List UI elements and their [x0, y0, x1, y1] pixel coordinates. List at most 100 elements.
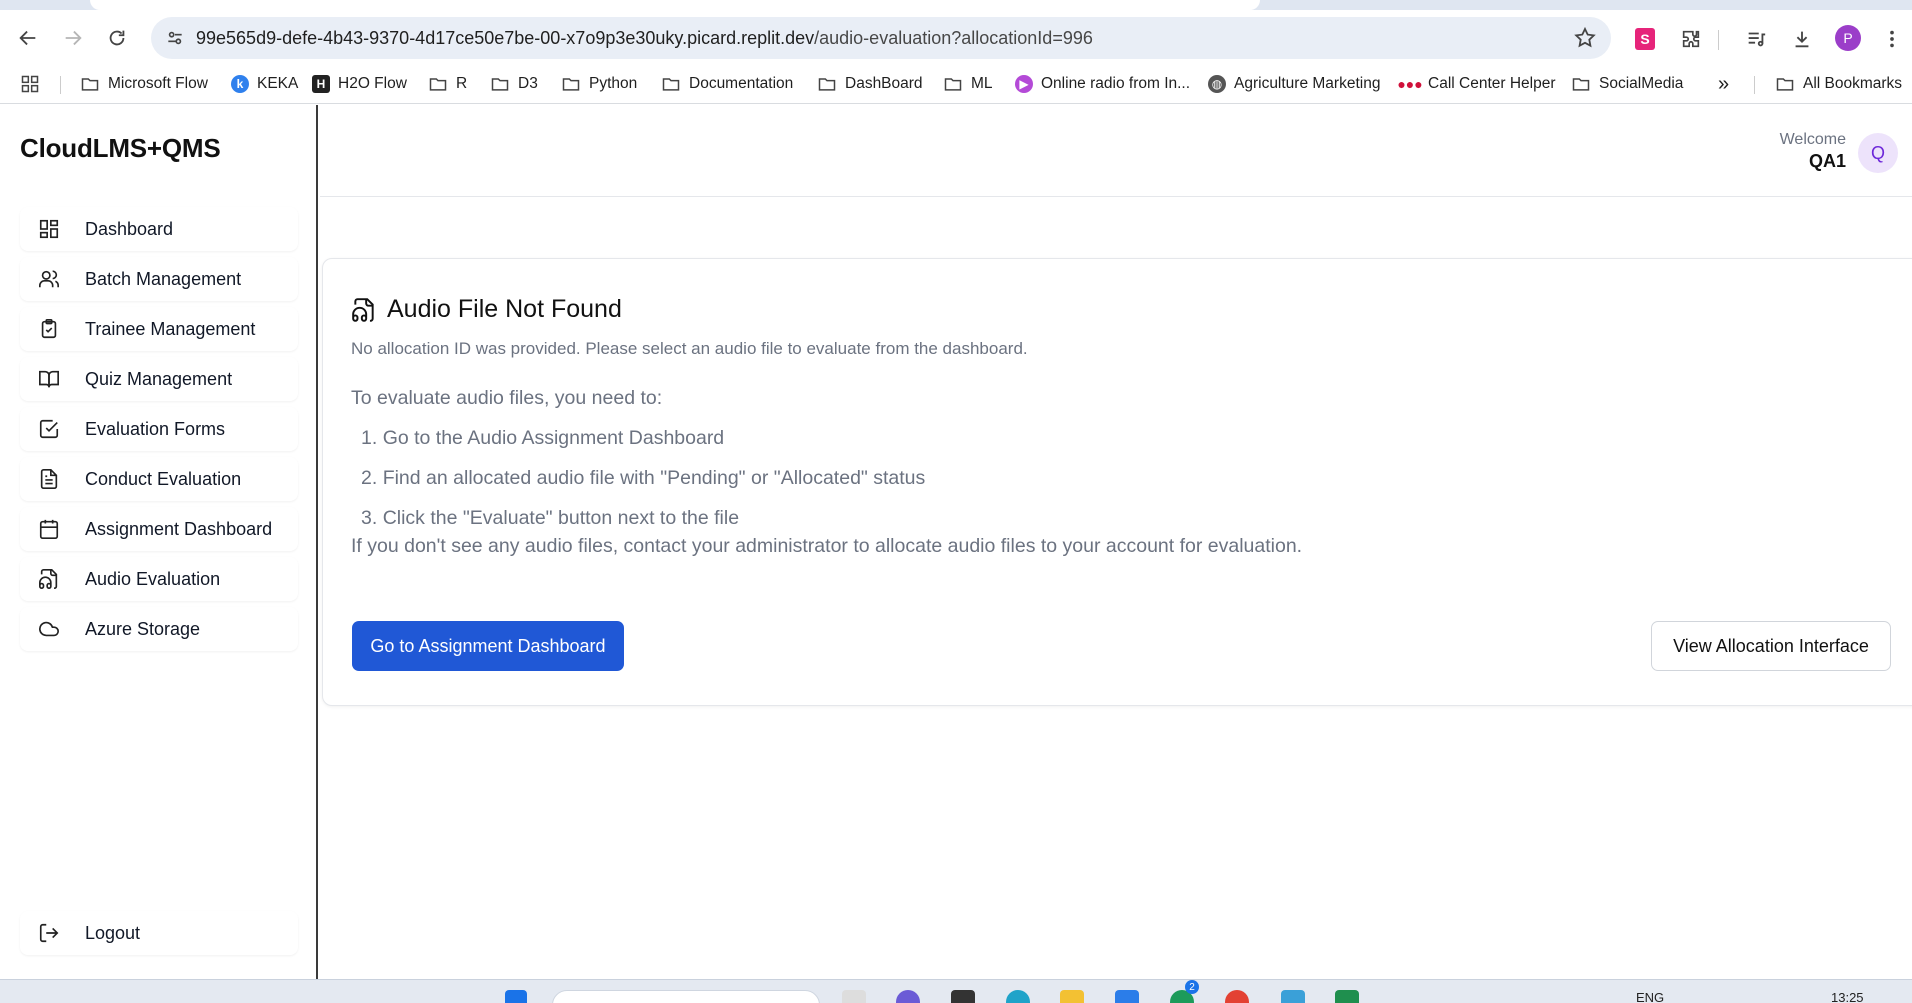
avatar[interactable]: Q — [1858, 133, 1898, 173]
edge-icon[interactable] — [1006, 990, 1030, 1003]
os-taskbar: 2 ENG 13:25 — [0, 979, 1912, 1003]
file-audio-icon — [39, 569, 58, 589]
app-icon[interactable] — [1115, 990, 1139, 1003]
folder-icon — [944, 78, 962, 91]
bookmark-item[interactable]: k KEKA — [231, 72, 298, 96]
sidebar-item-quiz-management[interactable]: Quiz Management — [20, 357, 298, 401]
bookmark-item[interactable]: DashBoard — [817, 72, 923, 96]
app-icon[interactable] — [1281, 990, 1305, 1003]
app-icon[interactable] — [896, 990, 920, 1003]
instructions-intro: To evaluate audio files, you need to: — [351, 387, 663, 409]
extensions-puzzle-icon[interactable] — [1677, 25, 1705, 53]
instruction-step: 1. Go to the Audio Assignment Dashboard — [361, 427, 725, 449]
bookmark-item[interactable]: ●●● Call Center Helper — [1397, 72, 1555, 96]
apps-grid-icon[interactable] — [20, 72, 48, 96]
bookmark-item[interactable]: ◍ Agriculture Marketing — [1208, 72, 1380, 96]
main-content: Welcome QA1 Q Audio File Not Found No al… — [320, 105, 1912, 979]
folder-icon — [429, 78, 447, 91]
windows-start-icon[interactable] — [505, 990, 527, 1003]
bookmark-item[interactable]: ▶ Online radio from In... — [1015, 72, 1190, 96]
profile-avatar[interactable]: P — [1835, 25, 1861, 51]
sidebar-item-label: Assignment Dashboard — [85, 519, 273, 539]
forward-icon[interactable] — [55, 20, 91, 56]
sidebar-item-label: Batch Management — [85, 269, 242, 289]
instruction-steps: 1. Go to the Audio Assignment Dashboard … — [351, 427, 925, 547]
bookmarks-overflow-icon[interactable]: » — [1718, 72, 1729, 96]
globe-icon: ◍ — [1208, 75, 1226, 93]
bookmark-item[interactable]: Python — [561, 72, 637, 96]
sidebar-item-label: Audio Evaluation — [85, 569, 221, 589]
bookmark-star-icon[interactable] — [1573, 26, 1597, 50]
sidebar-item-azure-storage[interactable]: Azure Storage — [20, 607, 298, 651]
file-text-icon — [40, 469, 58, 489]
sidebar-item-evaluation-forms[interactable]: Evaluation Forms — [20, 407, 298, 451]
welcome-block: Welcome QA1 — [1780, 131, 1846, 172]
sidebar-item-trainee-management[interactable]: Trainee Management — [20, 307, 298, 351]
sidebar-item-label: Trainee Management — [85, 319, 256, 339]
clock-time[interactable]: 13:25 — [1831, 990, 1864, 1003]
calendar-icon — [39, 519, 59, 539]
view-allocation-interface-button[interactable]: View Allocation Interface — [1651, 621, 1891, 671]
logout-button[interactable]: Logout — [20, 911, 298, 955]
sidebar-item-label: Quiz Management — [85, 369, 233, 389]
sidebar-item-assignment-dashboard[interactable]: Assignment Dashboard — [20, 507, 298, 551]
users-icon — [39, 270, 59, 288]
admin-note: If you don't see any audio files, contac… — [351, 535, 1303, 557]
sidebar-item-batch-management[interactable]: Batch Management — [20, 257, 298, 301]
media-control-icon[interactable] — [1742, 25, 1770, 53]
folder-icon — [818, 78, 836, 91]
folder-icon — [81, 78, 99, 91]
bookmark-item[interactable]: Microsoft Flow — [80, 72, 208, 96]
back-icon[interactable] — [10, 20, 46, 56]
url-text: 99e565d9-defe-4b43-9370-4d17ce50e7be-00-… — [196, 28, 1093, 48]
bookmark-item[interactable]: SocialMedia — [1571, 72, 1683, 96]
bookmark-item[interactable]: Documentation — [661, 72, 793, 96]
book-open-icon — [39, 370, 59, 388]
sidebar-item-label: Azure Storage — [85, 619, 201, 639]
folder-icon — [662, 78, 680, 91]
sidebar-item-label: Dashboard — [85, 219, 174, 239]
folder-icon — [1572, 78, 1590, 91]
taskview-icon[interactable] — [842, 990, 866, 1003]
all-bookmarks[interactable]: All Bookmarks — [1775, 72, 1902, 96]
top-header: Welcome QA1 Q — [320, 105, 1912, 197]
go-to-assignment-dashboard-button[interactable]: Go to Assignment Dashboard — [352, 621, 624, 671]
notification-badge: 2 — [1185, 980, 1199, 994]
sidebar-item-conduct-evaluation[interactable]: Conduct Evaluation — [20, 457, 298, 501]
cloud-icon — [39, 621, 59, 637]
bookmarks-bar: Microsoft Flow k KEKA H H2O Flow R D3 Pyth… — [0, 64, 1912, 104]
username: QA1 — [1808, 151, 1846, 171]
download-icon[interactable] — [1788, 25, 1816, 53]
menu-kebab-icon[interactable] — [1878, 25, 1906, 53]
taskbar-search[interactable] — [552, 990, 820, 1003]
excel-icon[interactable] — [1335, 990, 1359, 1003]
callcenter-icon: ●●● — [1397, 76, 1423, 92]
h2o-icon: H — [312, 75, 330, 93]
address-bar[interactable]: 99e565d9-defe-4b43-9370-4d17ce50e7be-00-… — [151, 17, 1611, 59]
dashboard-icon — [39, 219, 59, 239]
card-subtitle: No allocation ID was provided. Please se… — [351, 339, 1028, 358]
brand-logo: CloudLMS+QMS — [20, 133, 221, 163]
logout-label: Logout — [85, 923, 141, 943]
file-audio-icon — [352, 297, 374, 322]
app-icon[interactable] — [951, 990, 975, 1003]
radio-icon: ▶ — [1015, 75, 1033, 93]
browser-tab-strip — [0, 0, 1912, 10]
reload-icon[interactable] — [99, 20, 135, 56]
sidebar-item-audio-evaluation[interactable]: Audio Evaluation — [20, 557, 298, 601]
bookmark-item[interactable]: D3 — [490, 72, 538, 96]
sidebar: CloudLMS+QMS Dashboard Batch Management … — [0, 105, 318, 979]
bookmark-item[interactable]: ML — [943, 72, 993, 96]
language-indicator[interactable]: ENG — [1636, 990, 1664, 1003]
bookmark-item[interactable]: R — [428, 72, 467, 96]
check-square-icon — [39, 419, 59, 439]
browser-toolbar: 99e565d9-defe-4b43-9370-4d17ce50e7be-00-… — [0, 10, 1912, 64]
bookmark-item[interactable]: H H2O Flow — [312, 72, 407, 96]
extension-pink-icon[interactable]: S — [1631, 25, 1659, 53]
sidebar-item-dashboard[interactable]: Dashboard — [20, 207, 298, 251]
file-explorer-icon[interactable] — [1060, 990, 1084, 1003]
chrome-icon[interactable] — [1225, 990, 1249, 1003]
audio-not-found-card: Audio File Not Found No allocation ID wa… — [322, 258, 1912, 706]
site-settings-icon[interactable] — [161, 24, 189, 52]
clipboard-check-icon — [41, 319, 57, 339]
